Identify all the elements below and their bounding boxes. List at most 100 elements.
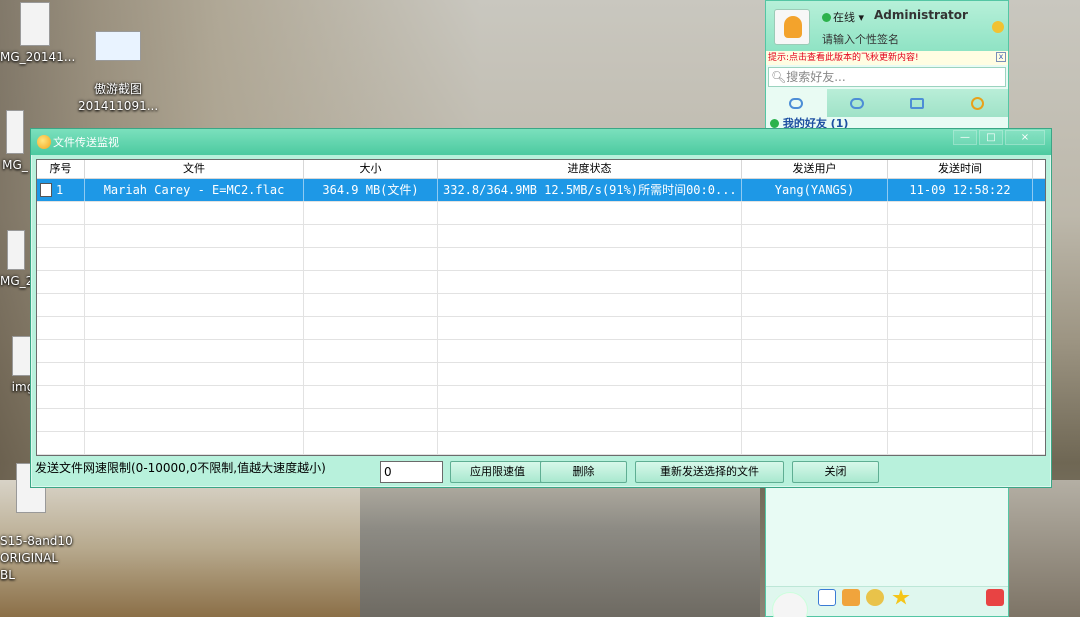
speed-limit-input[interactable]: 0 [380, 461, 443, 483]
column-header-user[interactable]: 发送用户 [742, 160, 888, 178]
tab-web[interactable] [948, 89, 1009, 117]
empty-cell [304, 317, 438, 339]
cell-size: 364.9 MB(文件) [304, 179, 438, 201]
image-thumbnail-icon [7, 230, 25, 270]
empty-cell [85, 340, 304, 362]
desktop-icon-label: S15-8and10 ORIGINAL BL [0, 534, 73, 582]
status-selector[interactable]: 在线 ▾ [822, 9, 864, 25]
status-label: 在线 [833, 11, 855, 24]
delete-button[interactable]: 删除 [540, 461, 627, 483]
transfer-table: 序号 文件 大小 进度状态 发送用户 发送时间 1 Mariah Carey -… [36, 159, 1046, 456]
empty-cell [438, 294, 742, 316]
column-header-file[interactable]: 文件 [85, 160, 304, 178]
table-header: 序号 文件 大小 进度状态 发送用户 发送时间 [37, 160, 1045, 179]
column-header-size[interactable]: 大小 [304, 160, 438, 178]
minimize-button[interactable]: — [953, 130, 977, 145]
empty-cell [85, 294, 304, 316]
empty-cell [888, 363, 1033, 385]
signature-field[interactable]: 请输入个性签名 [822, 31, 899, 47]
window-controls: — □ × [951, 130, 1045, 145]
table-row[interactable]: 1 Mariah Carey - E=MC2.flac 364.9 MB(文件)… [37, 179, 1045, 202]
column-header-time[interactable]: 发送时间 [888, 160, 1033, 178]
empty-table-row[interactable] [37, 386, 1045, 409]
empty-cell [37, 340, 85, 362]
online-status-icon [822, 13, 831, 22]
empty-cell [742, 271, 888, 293]
empty-cell [438, 248, 742, 270]
empty-table-row[interactable] [37, 248, 1045, 271]
close-button[interactable]: 关闭 [792, 461, 879, 483]
friend-search-input[interactable]: 🔍︎搜索好友... [768, 67, 1006, 87]
calendar-icon[interactable] [818, 589, 836, 606]
file-transfer-window: 文件传送监视 — □ × 序号 文件 大小 进度状态 发送用户 发送时间 1 M… [30, 128, 1052, 488]
desktop-icon-img-3[interactable]: MG_2 [0, 230, 33, 290]
column-header-index[interactable]: 序号 [37, 160, 85, 178]
group-chat-icon [849, 97, 864, 109]
empty-cell [37, 202, 85, 224]
desktop-icon-label: MG_20141... [0, 50, 76, 64]
window-titlebar[interactable]: 文件传送监视 — □ × [31, 129, 1051, 155]
empty-cell [438, 363, 742, 385]
empty-cell [438, 340, 742, 362]
mail-icon[interactable] [986, 589, 1004, 606]
image-thumbnail-icon [20, 2, 50, 46]
messenger-bottom-toolbar [766, 586, 1008, 617]
screenshot-thumbnail-icon [95, 31, 141, 61]
empty-cell [888, 271, 1033, 293]
wallpaper-right-edge [1008, 480, 1080, 617]
desktop-icon-img-1[interactable]: MG_20141... [0, 2, 75, 66]
empty-cell [888, 248, 1033, 270]
empty-table-row[interactable] [37, 409, 1045, 432]
empty-table-row[interactable] [37, 340, 1045, 363]
empty-cell [888, 317, 1033, 339]
empty-cell [37, 409, 85, 431]
empty-cell [888, 202, 1033, 224]
messenger-tabs [766, 89, 1008, 117]
empty-table-row[interactable] [37, 225, 1045, 248]
image-thumbnail-icon [6, 110, 24, 154]
add-contact-icon[interactable] [992, 21, 1004, 33]
folder-icon[interactable] [842, 589, 860, 606]
empty-cell [438, 202, 742, 224]
empty-table-row[interactable] [37, 202, 1045, 225]
empty-cell [438, 317, 742, 339]
empty-cell [304, 432, 438, 454]
empty-cell [304, 409, 438, 431]
empty-table-row[interactable] [37, 271, 1045, 294]
column-header-progress[interactable]: 进度状态 [438, 160, 742, 178]
empty-cell [438, 386, 742, 408]
desktop-icon-label: MG_ [2, 158, 28, 172]
resend-selected-button[interactable]: 重新发送选择的文件 [635, 461, 784, 483]
tab-groups[interactable] [827, 89, 888, 117]
close-window-button[interactable]: × [1005, 130, 1045, 145]
desktop-icon-screenshot[interactable]: 傲游截图 201411091... [78, 14, 158, 115]
desktop-icon-img-2[interactable]: MG_ [0, 110, 30, 174]
apply-limit-button[interactable]: 应用限速值 [450, 461, 545, 483]
empty-cell [438, 409, 742, 431]
empty-cell [742, 386, 888, 408]
chevron-down-icon: ▾ [858, 11, 865, 24]
empty-cell [85, 225, 304, 247]
maximize-button[interactable]: □ [979, 130, 1003, 145]
main-menu-button[interactable] [772, 592, 808, 617]
empty-cell [742, 340, 888, 362]
close-notice-button[interactable]: x [996, 52, 1006, 62]
empty-table-row[interactable] [37, 432, 1045, 455]
update-notice[interactable]: 提示:点击查看此版本的飞秋更新内容! x [766, 51, 1008, 65]
empty-table-row[interactable] [37, 317, 1045, 340]
contacts-icon [910, 97, 925, 109]
window-title: 文件传送监视 [53, 136, 119, 149]
app-icon[interactable] [866, 589, 884, 606]
tab-contacts[interactable] [887, 89, 948, 117]
empty-cell [742, 248, 888, 270]
empty-cell [37, 225, 85, 247]
tab-chats[interactable] [766, 89, 827, 117]
empty-cell [888, 386, 1033, 408]
empty-table-row[interactable] [37, 363, 1045, 386]
star-icon[interactable] [892, 589, 910, 605]
empty-table-row[interactable] [37, 294, 1045, 317]
empty-cell [37, 248, 85, 270]
window-footer: 发送文件网速限制(0-10000,0不限制,值越大速度越小) 0 应用限速值 删… [31, 459, 1051, 485]
avatar[interactable] [774, 9, 810, 45]
expand-icon [770, 119, 779, 128]
